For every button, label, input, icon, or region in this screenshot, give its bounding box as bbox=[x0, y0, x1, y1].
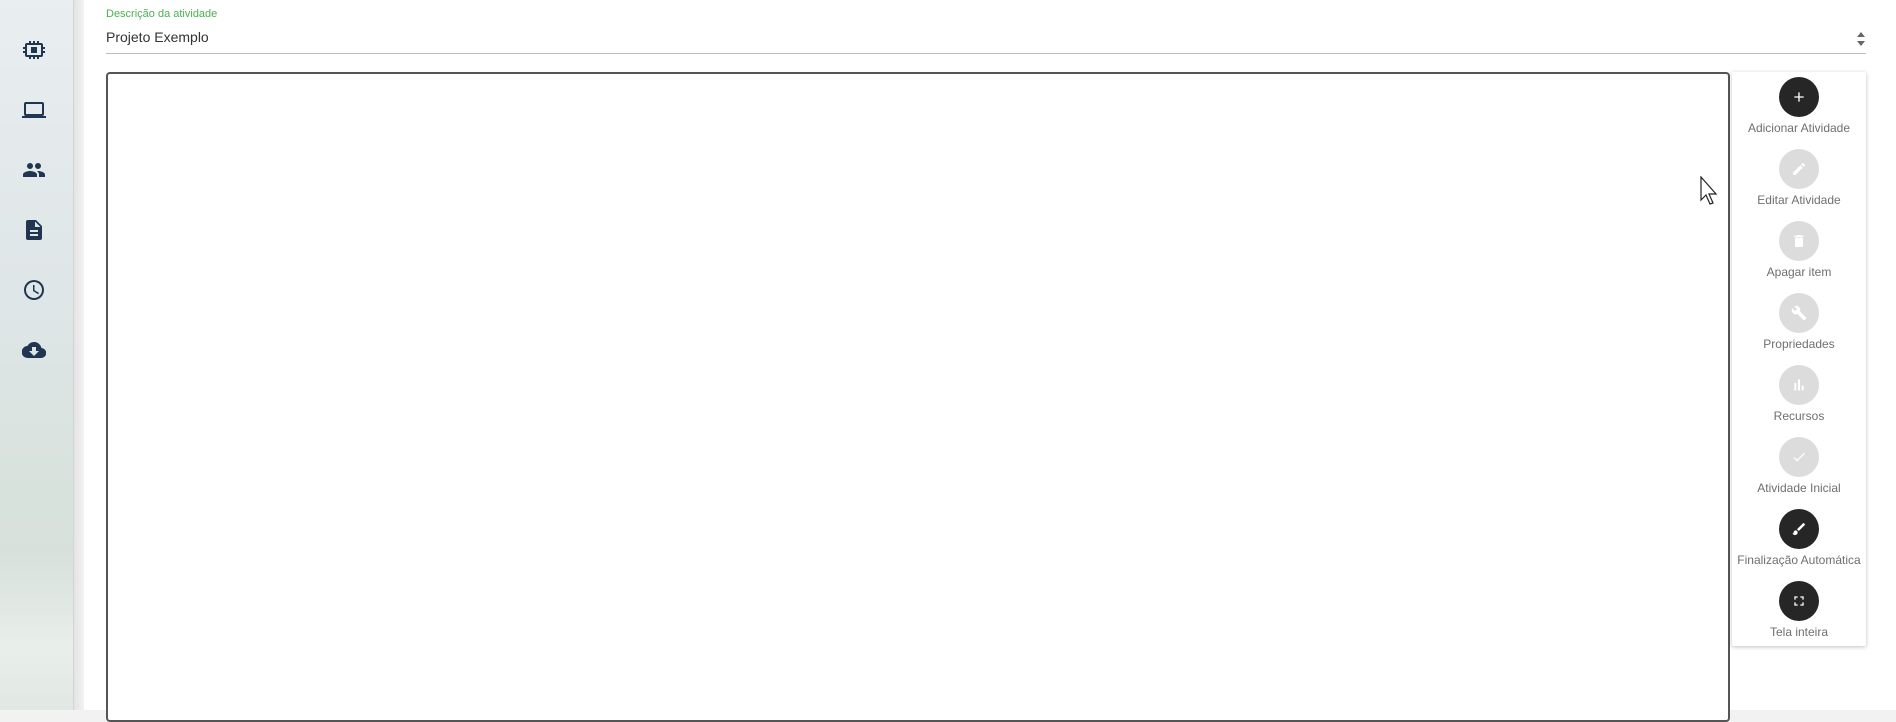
properties-button[interactable]: Propriedades bbox=[1732, 288, 1866, 360]
delete-item-button[interactable]: Apagar item bbox=[1732, 216, 1866, 288]
sidebar-shadow bbox=[74, 0, 84, 710]
trash-icon bbox=[1794, 235, 1804, 247]
edit-activity-label: Editar Atividade bbox=[1757, 193, 1841, 207]
wrench-icon bbox=[1791, 305, 1807, 321]
properties-circle[interactable] bbox=[1779, 293, 1819, 333]
auto-finish-button[interactable]: Finalização Automática bbox=[1732, 504, 1866, 576]
bar-chart-icon bbox=[1794, 379, 1804, 391]
sidebar-item-chip[interactable] bbox=[18, 34, 50, 66]
plus-icon bbox=[1794, 92, 1804, 102]
cloud-download-icon bbox=[22, 341, 46, 359]
fullscreen-icon bbox=[1794, 596, 1804, 606]
initial-activity-button[interactable]: Atividade Inicial bbox=[1732, 432, 1866, 504]
diagram-canvas[interactable] bbox=[106, 72, 1730, 722]
fullscreen-button[interactable]: Tela inteira bbox=[1732, 576, 1866, 648]
auto-finish-circle[interactable] bbox=[1779, 509, 1819, 549]
check-icon bbox=[1793, 452, 1805, 462]
people-icon bbox=[23, 163, 45, 177]
properties-label: Propriedades bbox=[1763, 337, 1835, 351]
add-activity-label: Adicionar Atividade bbox=[1747, 121, 1851, 135]
delete-item-label: Apagar item bbox=[1766, 265, 1832, 279]
resources-label: Recursos bbox=[1773, 409, 1825, 423]
description-input[interactable]: Projeto Exemplo bbox=[106, 29, 209, 45]
clock-icon bbox=[24, 280, 44, 300]
initial-activity-circle[interactable] bbox=[1779, 437, 1819, 477]
fullscreen-label: Tela inteira bbox=[1769, 625, 1829, 639]
add-activity-button[interactable]: Adicionar Atividade bbox=[1732, 72, 1866, 144]
fullscreen-circle[interactable] bbox=[1779, 581, 1819, 621]
sidebar-item-cloud-download[interactable] bbox=[18, 334, 50, 366]
auto-finish-label: Finalização Automática bbox=[1737, 553, 1861, 567]
sidebar-item-clock[interactable] bbox=[18, 274, 50, 306]
spinner-icon[interactable] bbox=[1856, 31, 1866, 47]
action-toolbar: Adicionar Atividade Editar Atividade Apa… bbox=[1732, 72, 1866, 646]
document-icon bbox=[26, 220, 42, 240]
resources-circle[interactable] bbox=[1779, 365, 1819, 405]
resources-button[interactable]: Recursos bbox=[1732, 360, 1866, 432]
add-activity-circle[interactable] bbox=[1779, 77, 1819, 117]
description-field[interactable]: Descrição da atividade Projeto Exemplo bbox=[106, 6, 1866, 54]
edit-activity-circle[interactable] bbox=[1779, 149, 1819, 189]
main-content: Descrição da atividade Projeto Exemplo A… bbox=[84, 0, 1896, 722]
chip-icon bbox=[23, 41, 45, 59]
delete-item-circle[interactable] bbox=[1779, 221, 1819, 261]
sidebar bbox=[0, 0, 74, 710]
edit-activity-button[interactable]: Editar Atividade bbox=[1732, 144, 1866, 216]
sidebar-item-laptop[interactable] bbox=[18, 94, 50, 126]
brush-icon bbox=[1792, 523, 1805, 535]
laptop-icon bbox=[22, 102, 46, 118]
field-underline bbox=[106, 53, 1866, 54]
initial-activity-label: Atividade Inicial bbox=[1757, 481, 1841, 495]
sidebar-item-people[interactable] bbox=[18, 154, 50, 186]
pencil-icon bbox=[1793, 163, 1805, 175]
sidebar-item-document[interactable] bbox=[18, 214, 50, 246]
mouse-cursor-icon bbox=[1700, 176, 1718, 205]
description-label: Descrição da atividade bbox=[106, 8, 218, 20]
